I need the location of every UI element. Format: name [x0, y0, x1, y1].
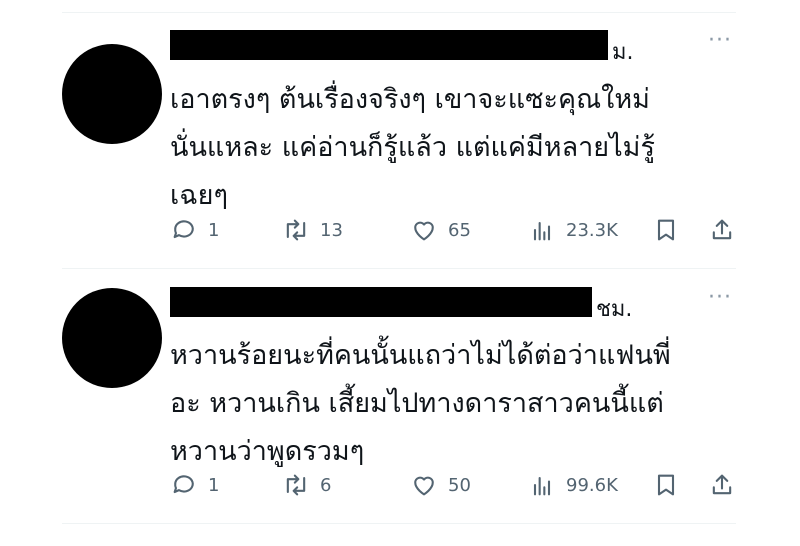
share-button[interactable]	[708, 471, 736, 499]
bookmark-icon	[657, 474, 675, 496]
more-options-icon[interactable]: ···	[708, 287, 732, 310]
timestamp[interactable]: ชม.	[596, 291, 632, 317]
tweet-header: ชม. ···	[170, 287, 740, 317]
repost-icon	[286, 474, 306, 496]
more-options-icon[interactable]: ···	[708, 30, 732, 53]
reply-count: 1	[208, 474, 220, 496]
tweet-actions: 1 6 50 99.6K	[170, 471, 740, 503]
bookmark-icon	[657, 219, 675, 241]
redacted-name	[170, 30, 608, 60]
like-count: 50	[448, 474, 471, 496]
reply-button[interactable]: 1	[170, 471, 219, 499]
like-button[interactable]: 65	[410, 216, 471, 244]
tweet-header: ม. ···	[170, 30, 740, 60]
like-count: 65	[448, 219, 471, 241]
analytics-icon	[533, 476, 551, 496]
redacted-name	[170, 287, 592, 317]
repost-icon	[286, 219, 306, 241]
divider-middle	[62, 268, 736, 269]
divider-bottom	[62, 523, 736, 524]
repost-count: 13	[320, 219, 343, 241]
share-icon	[712, 474, 732, 495]
divider-top	[62, 12, 736, 13]
views-count: 23.3K	[566, 219, 618, 241]
analytics-icon	[533, 221, 551, 241]
repost-button[interactable]: 13	[282, 216, 343, 244]
bookmark-button[interactable]	[652, 471, 680, 499]
heart-icon	[414, 221, 434, 241]
bookmark-button[interactable]	[652, 216, 680, 244]
views-button[interactable]: 23.3K	[528, 216, 618, 244]
tweet-actions: 1 13 65 23.3K	[170, 216, 740, 248]
tweet-text: หวานร้อยนะที่คนนั้นแถว่าไม่ได้ต่อว่าแฟนพ…	[170, 340, 671, 467]
like-button[interactable]: 50	[410, 471, 471, 499]
avatar[interactable]	[62, 288, 162, 388]
views-button[interactable]: 99.6K	[528, 471, 618, 499]
heart-icon	[414, 476, 434, 496]
tweet-text: เอาตรงๆ ต้นเรื่องจริงๆ เขาจะแซะคุณใหม่ น…	[170, 84, 655, 211]
repost-button[interactable]: 6	[282, 471, 331, 499]
views-count: 99.6K	[566, 474, 618, 496]
reply-icon	[173, 220, 194, 239]
share-button[interactable]	[708, 216, 736, 244]
reply-button[interactable]: 1	[170, 216, 219, 244]
reply-icon	[173, 475, 194, 494]
reply-count: 1	[208, 219, 220, 241]
share-icon	[712, 219, 732, 240]
avatar[interactable]	[62, 44, 162, 144]
timestamp[interactable]: ม.	[612, 34, 634, 60]
repost-count: 6	[320, 474, 332, 496]
